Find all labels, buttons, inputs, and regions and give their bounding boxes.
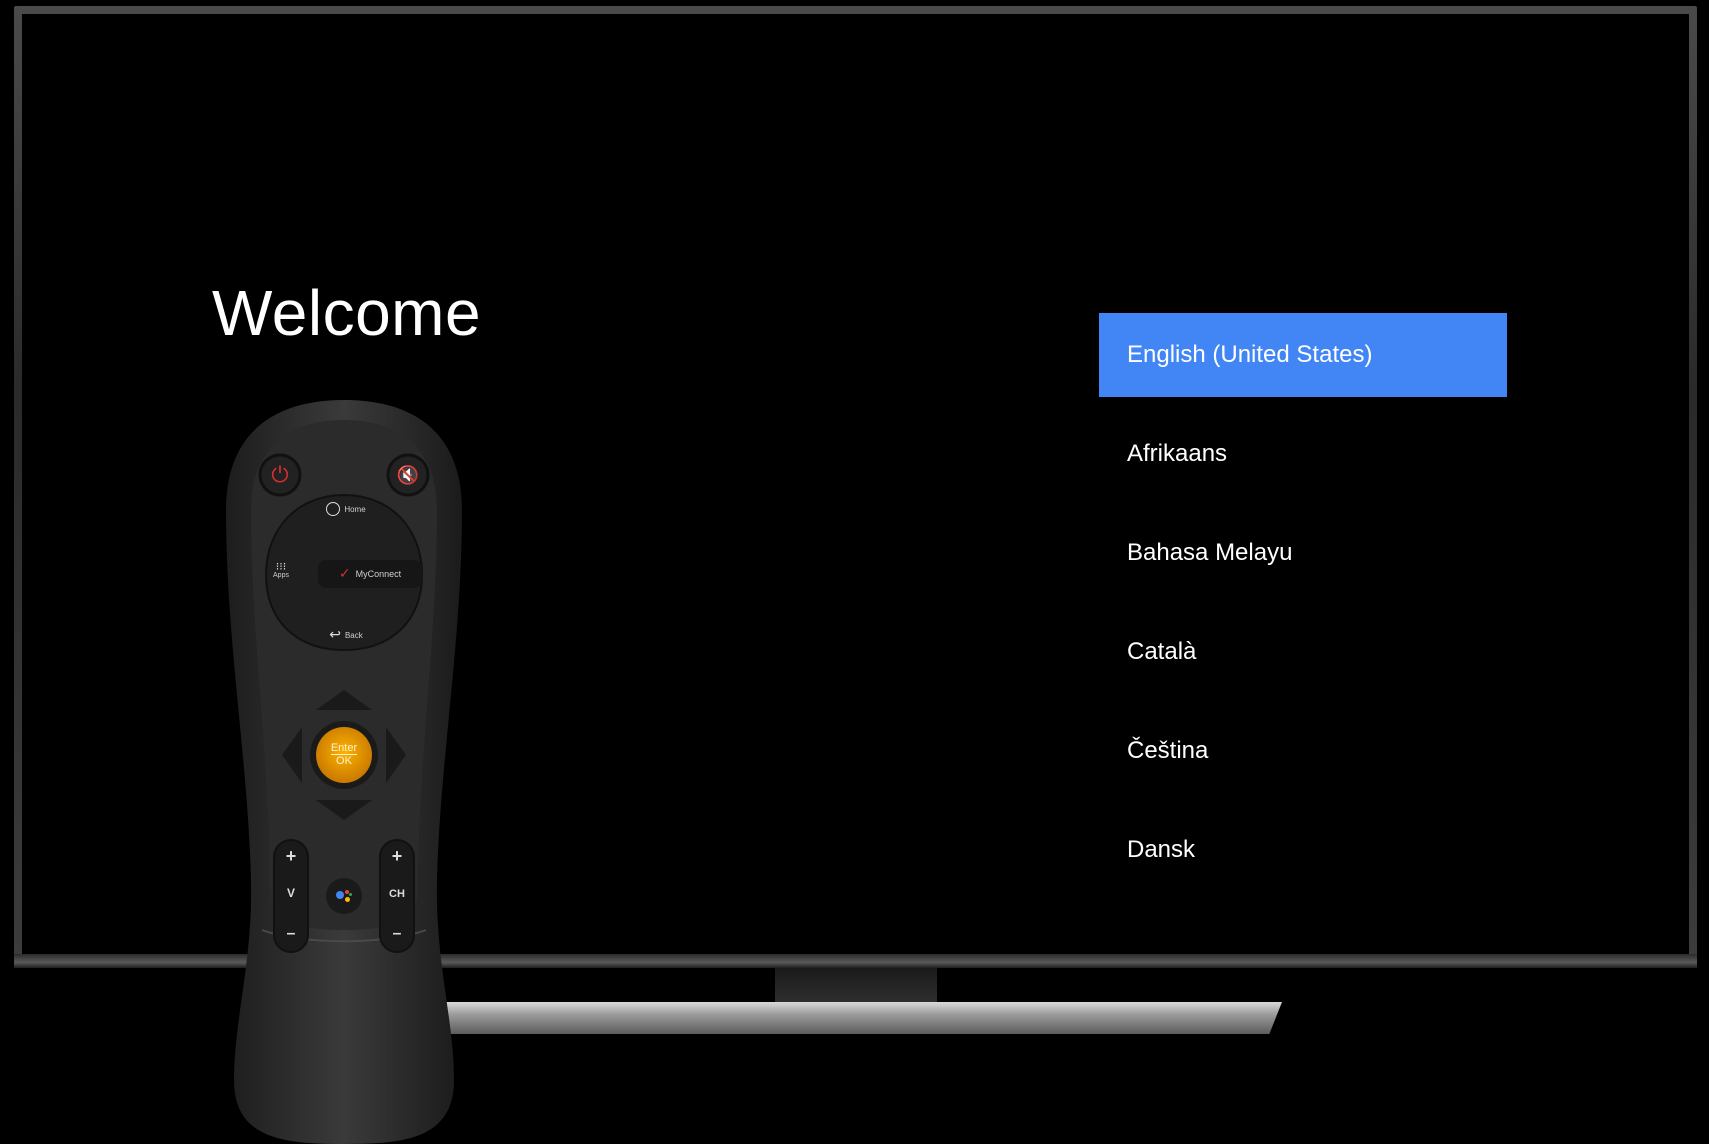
language-list: English (United States) Afrikaans Bahasa…: [1099, 313, 1507, 907]
assistant-button[interactable]: [328, 880, 360, 912]
language-label: Català: [1127, 638, 1197, 665]
assistant-icon: [336, 889, 352, 903]
home-button[interactable]: Home: [314, 496, 378, 522]
volume-up-button[interactable]: +: [274, 842, 308, 870]
language-item-catala[interactable]: Català: [1099, 610, 1507, 694]
dpad-up-button[interactable]: [318, 690, 370, 712]
volume-label: V: [286, 886, 295, 900]
tv-stand-base: [440, 1002, 1282, 1034]
language-item-bahasa-melayu[interactable]: Bahasa Melayu: [1099, 511, 1507, 595]
back-label: Back: [344, 630, 363, 640]
channel-minus: –: [392, 925, 402, 942]
back-icon: ↩: [329, 627, 341, 643]
language-item-dansk[interactable]: Dansk: [1099, 808, 1507, 892]
language-item-cestina[interactable]: Čeština: [1099, 709, 1507, 793]
language-label: Čeština: [1127, 737, 1209, 764]
language-label: Afrikaans: [1127, 440, 1228, 467]
ok-label: OK: [336, 755, 352, 767]
remote-control: ⏻ 🔇 Home ⁝⁝⁝ Apps ✓ MyConnect ↩ Back Ent…: [222, 400, 466, 1144]
welcome-title: Welcome: [212, 277, 482, 349]
home-label: Home: [344, 504, 366, 514]
myconnect-icon: ✓: [338, 566, 351, 582]
language-label: Dansk: [1127, 836, 1196, 863]
language-label: English (United States): [1127, 341, 1373, 368]
back-button[interactable]: ↩ Back: [314, 623, 378, 647]
dpad-right-button[interactable]: [386, 728, 408, 782]
power-icon: ⏻: [271, 462, 289, 488]
mute-icon: 🔇: [396, 464, 420, 486]
language-item-english-us[interactable]: English (United States): [1099, 313, 1507, 397]
channel-plus: +: [391, 845, 403, 866]
channel-up-button[interactable]: +: [380, 842, 414, 870]
mute-button[interactable]: 🔇: [388, 455, 428, 495]
dpad-down-button[interactable]: [318, 798, 370, 820]
volume-minus: –: [286, 925, 296, 942]
tv-stand-neck: [775, 968, 937, 1002]
home-icon: [326, 502, 341, 516]
channel-down-button[interactable]: –: [380, 920, 414, 948]
apps-label: Apps: [273, 571, 289, 579]
channel-label: CH: [389, 888, 405, 900]
myconnect-label: MyConnect: [355, 569, 402, 579]
apps-button[interactable]: ⁝⁝⁝ Apps: [266, 550, 296, 590]
myconnect-button[interactable]: ✓ MyConnect: [318, 560, 422, 588]
language-label: Bahasa Melayu: [1127, 539, 1293, 566]
dpad-left-button[interactable]: [280, 728, 302, 782]
volume-plus: +: [285, 845, 297, 866]
enter-ok-button[interactable]: Enter OK: [316, 727, 372, 783]
power-button[interactable]: ⏻: [260, 455, 300, 495]
enter-label: Enter: [330, 742, 358, 755]
apps-grid-icon: ⁝⁝⁝: [275, 559, 287, 573]
volume-down-button[interactable]: –: [274, 920, 308, 948]
language-item-afrikaans[interactable]: Afrikaans: [1099, 412, 1507, 496]
